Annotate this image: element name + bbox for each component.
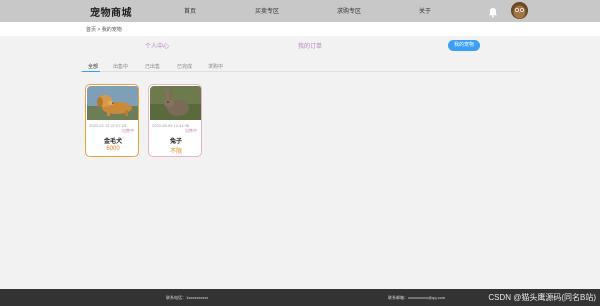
tab-all[interactable]: 全部 [88,63,98,70]
breadcrumb-home[interactable]: 首页 [86,27,96,33]
footer-phone: 联系电话：1xxxxxxxxxx [166,295,209,300]
card-name: 金毛犬 [103,139,122,145]
breadcrumb-current: 我的宠物 [101,27,122,33]
site-footer: 联系电话：1xxxxxxxxxx 联系邮箱：xxxxxxxxxx@qq.com … [0,289,600,306]
card-status: 出售中 [185,128,197,133]
active-tab-indicator [82,71,100,72]
nav-about[interactable]: 关于 [419,6,431,15]
pet-card[interactable]: 2020-05-09 12:44:36 出售中 兔子 不限 [148,84,202,157]
rabbit-photo [150,86,201,120]
subnav-personal-center[interactable]: 个人中心 [145,41,169,50]
subnav-my-pets[interactable]: 我的宠物 [448,40,480,51]
pet-card[interactable]: 2020-02-12 07:07:23 出售中 金毛犬 6000 [85,84,139,157]
nav-buy-sell[interactable]: 买卖专区 [255,6,279,15]
csdn-watermark: CSDN @猫头鹰源码(同名B站) [488,293,596,302]
nav-home[interactable]: 首页 [184,6,196,15]
card-price: 6000 [106,146,120,152]
card-status: 出售中 [122,128,134,133]
card-price: 不限 [169,149,182,155]
tab-sold[interactable]: 已出售 [145,63,160,70]
breadcrumb: 首页 > 我的宠物 [86,26,122,33]
bell-icon[interactable] [488,5,498,18]
user-avatar[interactable] [511,2,528,19]
card-date: 2020-05-09 12:44:36 [152,123,190,128]
golden-retriever-photo [87,86,138,120]
tab-on-sale[interactable]: 出售中 [113,63,128,70]
site-logo[interactable]: 宠物商城 [90,4,132,19]
status-tabs: 全部 出售中 已出售 已完成 求购中 [80,58,520,72]
breadcrumb-bar: 首页 > 我的宠物 [0,22,600,36]
footer-email: 联系邮箱：xxxxxxxxxx@qq.com [388,295,446,300]
breadcrumb-separator: > [97,27,101,33]
card-name: 兔子 [169,139,182,145]
nav-wanted[interactable]: 求购专区 [337,6,361,15]
tab-completed[interactable]: 已完成 [177,63,192,70]
tab-wanted[interactable]: 求购中 [208,63,223,70]
subnav-my-orders[interactable]: 我的订单 [298,41,322,50]
top-navbar: 宠物商城 首页 买卖专区 求购专区 关于 [0,0,600,22]
card-date: 2020-02-12 07:07:23 [89,123,127,128]
